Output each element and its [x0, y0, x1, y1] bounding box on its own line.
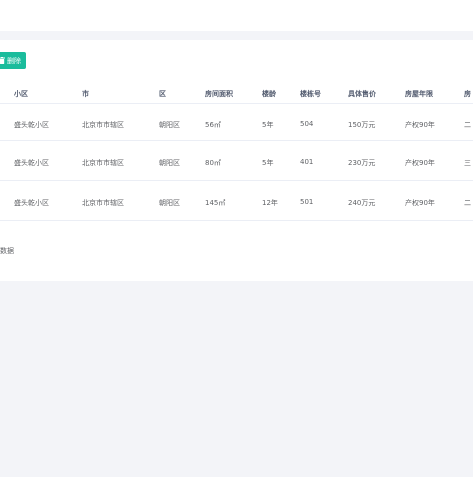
cell-district: 朝阳区 [159, 121, 180, 129]
column-header-building-number[interactable]: 楼栋号 [300, 89, 321, 99]
cell-property-term: 产权90年 [405, 121, 435, 129]
cell-area: 80㎡ [205, 159, 221, 167]
row-divider [0, 140, 473, 141]
cell-layout: 二 [464, 199, 471, 207]
pagination-total: 数据 [0, 247, 14, 255]
cell-district: 朝阳区 [159, 159, 180, 167]
column-header-city[interactable]: 市 [82, 89, 89, 99]
cell-building-age: 12年 [262, 199, 278, 207]
column-header-district[interactable]: 区 [159, 89, 166, 99]
cell-building-number: 504 [300, 120, 314, 128]
section-gap [0, 31, 473, 40]
cell-district: 朝阳区 [159, 199, 180, 207]
row-divider [0, 180, 473, 181]
cell-price: 230万元 [348, 159, 376, 167]
cell-city: 北京市市辖区 [82, 199, 124, 207]
column-header-property-term[interactable]: 房屋年限 [405, 89, 433, 99]
cell-price: 240万元 [348, 199, 376, 207]
cell-property-term: 产权90年 [405, 199, 435, 207]
cell-area: 56㎡ [205, 121, 221, 129]
cell-building-age: 5年 [262, 121, 274, 129]
cell-community: 盛头乾小区 [14, 199, 49, 207]
column-header-building-age[interactable]: 楼龄 [262, 89, 276, 99]
table-panel: 删除 小区 市 区 房间面积 楼龄 楼栋号 具体售价 房屋年限 房 盛头乾小区 … [0, 40, 473, 281]
cell-price: 150万元 [348, 121, 376, 129]
cell-community: 盛头乾小区 [14, 159, 49, 167]
cell-building-number: 401 [300, 158, 314, 166]
top-header-area [0, 0, 473, 31]
cell-property-term: 产权90年 [405, 159, 435, 167]
header-divider [0, 103, 473, 104]
cell-area: 145㎡ [205, 199, 226, 207]
cell-layout: 三 [464, 159, 471, 167]
column-header-area[interactable]: 房间面积 [205, 89, 233, 99]
trash-icon [0, 57, 5, 64]
column-header-community[interactable]: 小区 [14, 89, 28, 99]
cell-city: 北京市市辖区 [82, 121, 124, 129]
cell-community: 盛头乾小区 [14, 121, 49, 129]
cell-city: 北京市市辖区 [82, 159, 124, 167]
row-divider [0, 220, 473, 221]
delete-button[interactable]: 删除 [0, 52, 26, 69]
column-header-price[interactable]: 具体售价 [348, 89, 376, 99]
cell-building-age: 5年 [262, 159, 274, 167]
cell-layout: 二 [464, 121, 471, 129]
delete-button-label: 删除 [7, 56, 21, 65]
cell-building-number: 501 [300, 198, 314, 206]
column-header-layout[interactable]: 房 [464, 89, 471, 99]
